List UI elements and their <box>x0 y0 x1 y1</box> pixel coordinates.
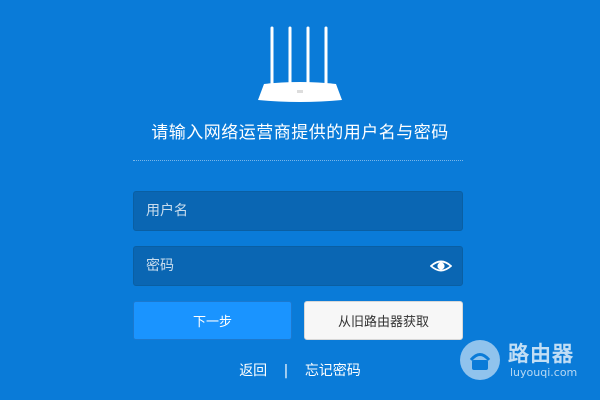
username-input[interactable] <box>133 191 463 231</box>
back-link[interactable]: 返回 <box>239 363 267 379</box>
next-step-button[interactable]: 下一步 <box>133 301 292 340</box>
divider <box>133 160 463 161</box>
page-title: 请输入网络运营商提供的用户名与密码 <box>151 123 449 143</box>
forgot-password-link[interactable]: 忘记密码 <box>305 363 361 379</box>
watermark-logo-icon <box>460 340 500 380</box>
watermark-title: 路由器 <box>508 342 574 366</box>
password-input[interactable] <box>133 246 463 286</box>
get-from-old-router-button[interactable]: 从旧路由器获取 <box>304 301 463 340</box>
eye-icon[interactable] <box>430 257 452 275</box>
watermark-subtitle: luyouqi.com <box>510 366 578 379</box>
watermark: 路由器 luyouqi.com <box>458 338 598 382</box>
router-icon <box>258 26 342 102</box>
link-separator: | <box>283 363 289 379</box>
